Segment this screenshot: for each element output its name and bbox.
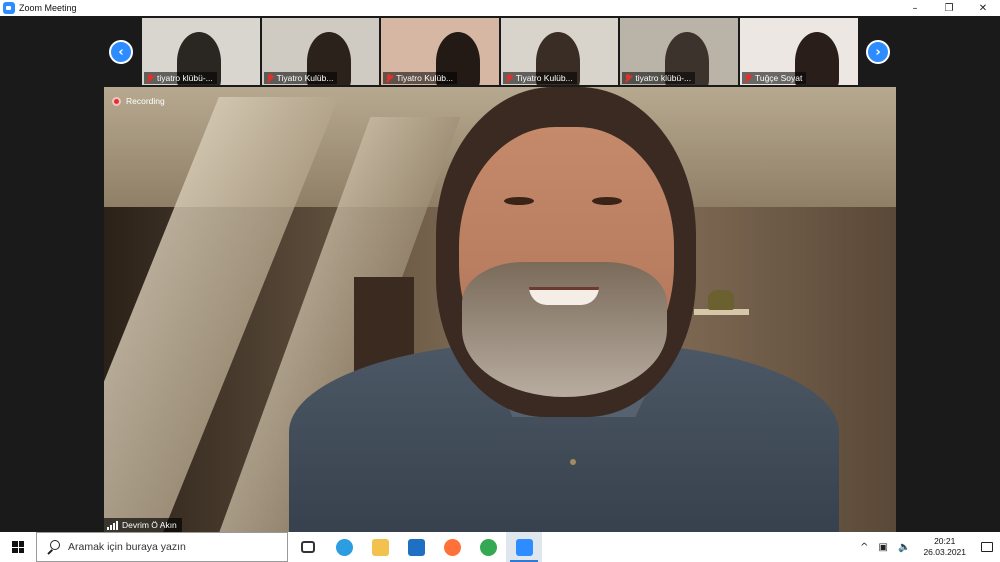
clock-time: 20:21	[934, 536, 956, 546]
participant-name: Tuğçe Soyat	[754, 73, 803, 83]
taskbar-apps	[290, 532, 542, 562]
zoom-window: Zoom Meeting – ❐ ✕ ‹ › tiyatro klübü-...…	[0, 0, 1000, 532]
system-tray: ^ ▣ 🔈 20:21 26.03.2021	[855, 532, 1000, 562]
taskbar-app-file-explorer[interactable]	[362, 532, 398, 562]
mic-muted-icon	[146, 73, 154, 83]
active-speaker-video[interactable]: Recording Devrim Ö Akın	[104, 87, 896, 532]
participant-name-tag: Tiyatro Kulüb...	[383, 72, 458, 84]
participant-tile[interactable]: Tiyatro Kulüb...	[500, 18, 619, 85]
taskbar-app-mail[interactable]	[398, 532, 434, 562]
participant-name: Tiyatro Kulüb...	[276, 73, 334, 83]
gallery-prev-button[interactable]: ‹	[109, 40, 133, 64]
mail-icon	[407, 538, 425, 556]
window-title: Zoom Meeting	[19, 3, 77, 13]
participant-name-tag: tiyatro klübü-...	[622, 72, 696, 84]
windows-taskbar: Aramak için buraya yazın ^ ▣ 🔈 20:21 26.…	[0, 532, 1000, 562]
participant-name-tag: tiyatro klübü-...	[144, 72, 217, 84]
meet-now-icon[interactable]: ▣	[879, 542, 888, 553]
record-icon	[112, 96, 121, 106]
participant-name-tag: Tuğçe Soyat	[741, 72, 807, 84]
speaker-name: Devrim Ö Akın	[122, 520, 177, 530]
mic-muted-icon	[624, 73, 632, 83]
window-controls: – ❐ ✕	[898, 0, 1000, 16]
volume-icon[interactable]: 🔈	[898, 542, 910, 553]
file-explorer-icon	[371, 538, 389, 556]
clock-date: 26.03.2021	[923, 547, 966, 557]
recording-indicator: Recording	[112, 96, 165, 106]
mic-muted-icon	[385, 73, 393, 83]
taskbar-app-zoom[interactable]	[506, 532, 542, 562]
task-view-icon	[301, 541, 315, 553]
taskbar-app-chrome[interactable]	[470, 532, 506, 562]
participant-tile[interactable]: Tuğçe Soyat	[739, 18, 858, 85]
notification-icon[interactable]	[974, 532, 1000, 562]
participant-tile[interactable]: Tiyatro Kulüb...	[381, 18, 499, 85]
participant-name: tiyatro klübü-...	[157, 73, 213, 83]
participant-name: tiyatro klübü-...	[635, 73, 692, 83]
taskbar-app-firefox[interactable]	[434, 532, 470, 562]
title-bar: Zoom Meeting – ❐ ✕	[0, 0, 1000, 16]
recording-label: Recording	[126, 96, 165, 106]
mic-muted-icon	[505, 73, 513, 83]
participant-name: Tiyatro Kulüb...	[396, 73, 454, 83]
participant-tile[interactable]: tiyatro klübü-...	[620, 18, 738, 85]
participant-tile[interactable]: tiyatro klübü-...	[142, 18, 260, 85]
search-icon	[46, 540, 60, 554]
participant-name: Tiyatro Kulüb...	[515, 73, 573, 83]
search-placeholder: Aramak için buraya yazın	[68, 541, 186, 553]
mic-muted-icon	[266, 73, 274, 83]
participant-name-tag: Tiyatro Kulüb...	[502, 72, 577, 84]
gallery-next-button[interactable]: ›	[866, 40, 890, 64]
mic-muted-icon	[744, 73, 752, 83]
minimize-button[interactable]: –	[898, 0, 932, 16]
start-button[interactable]	[0, 532, 36, 562]
participant-strip: tiyatro klübü-... Tiyatro Kulüb... Tiyatro…	[142, 18, 858, 85]
participant-name-tag: Tiyatro Kulüb...	[263, 72, 338, 84]
zoom-app-icon	[3, 2, 15, 14]
close-button[interactable]: ✕	[966, 0, 1000, 16]
taskbar-app-edge[interactable]	[326, 532, 362, 562]
chrome-icon	[479, 538, 497, 556]
edge-icon	[335, 538, 353, 556]
zoom-icon	[515, 538, 533, 556]
signal-strength-icon	[107, 520, 118, 530]
taskbar-app-task-view[interactable]	[290, 532, 326, 562]
chevron-up-icon[interactable]: ^	[860, 542, 868, 553]
firefox-icon	[443, 538, 461, 556]
taskbar-search[interactable]: Aramak için buraya yazın	[36, 532, 288, 562]
speaker-name-tag: Devrim Ö Akın	[104, 518, 182, 532]
clock[interactable]: 20:21 26.03.2021	[923, 536, 966, 558]
participant-tile[interactable]: Tiyatro Kulüb...	[261, 18, 380, 85]
windows-icon	[12, 541, 24, 553]
restore-button[interactable]: ❐	[932, 0, 966, 16]
